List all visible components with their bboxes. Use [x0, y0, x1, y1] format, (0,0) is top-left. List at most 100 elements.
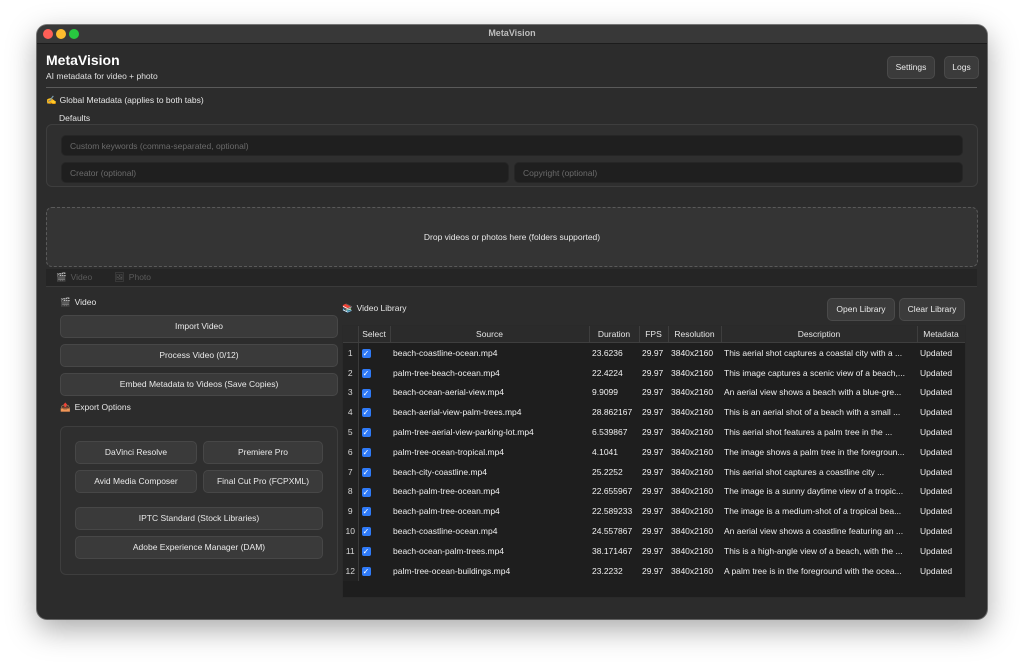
- row-number: 11: [343, 540, 359, 561]
- checkbox-checked-icon[interactable]: ✓: [361, 546, 371, 556]
- adobe-experience-manager-button[interactable]: Adobe Experience Manager (DAM): [75, 536, 323, 559]
- description-cell: This aerial shot features a palm tree in…: [724, 427, 893, 438]
- keywords-input[interactable]: Custom keywords (comma-separated, option…: [61, 135, 963, 156]
- fps-cell: 29.97: [642, 446, 664, 457]
- clapper-icon: 🎬: [60, 297, 71, 307]
- table-row[interactable]: 2 ✓ palm-tree-beach-ocean.mp4 22.4224 29.97 3…: [343, 362, 965, 383]
- resolution-cell: 3840x2160: [671, 387, 714, 398]
- table-row[interactable]: 8 ✓ beach-palm-tree-ocean.mp4 22.655967 29.9…: [343, 481, 965, 502]
- table-row[interactable]: 4 ✓ beach-aerial-view-palm-trees.mp4 28.862…: [343, 402, 965, 423]
- source-cell: beach-aerial-view-palm-trees.mp4: [393, 407, 522, 418]
- fps-cell: 29.97: [642, 526, 664, 537]
- checkbox-checked-icon[interactable]: ✓: [361, 487, 371, 497]
- select-checkbox: ✓: [358, 383, 390, 403]
- logs-button[interactable]: Logs: [944, 56, 979, 79]
- table-row[interactable]: 5 ✓ palm-tree-aerial-view-parking-lot.mp4 6…: [343, 422, 965, 442]
- video-section-label: Video: [74, 297, 97, 307]
- checkbox-checked-icon[interactable]: ✓: [361, 566, 371, 576]
- row-number: 2: [343, 362, 359, 383]
- column-header[interactable]: Resolution: [668, 326, 722, 343]
- row-number: 10: [343, 521, 359, 541]
- metadata-status-cell: Updated: [920, 427, 953, 438]
- clear-library-button[interactable]: Clear Library: [899, 298, 965, 321]
- checkbox-checked-icon[interactable]: ✓: [361, 507, 371, 517]
- app-subtitle: AI metadata for video + photo: [46, 71, 158, 81]
- description-cell: This is a high-angle view of a beach, wi…: [724, 545, 903, 556]
- checkbox-checked-icon[interactable]: ✓: [361, 467, 371, 477]
- row-number: 12: [343, 560, 359, 581]
- final-cut-pro-button[interactable]: Final Cut Pro (FCPXML): [203, 470, 323, 493]
- resolution-cell: 3840x2160: [671, 427, 714, 438]
- table-row[interactable]: 12 ✓ palm-tree-ocean-buildings.mp4 23.2232 2…: [343, 560, 965, 581]
- process-video-button[interactable]: Process Video (0/12): [60, 344, 338, 367]
- title-bar: MetaVision: [37, 25, 987, 44]
- fps-cell: 29.97: [642, 407, 664, 418]
- checkbox-checked-icon[interactable]: ✓: [361, 448, 371, 457]
- drop-zone[interactable]: Drop videos or photos here (folders supp…: [46, 207, 978, 267]
- column-header[interactable]: FPS: [639, 326, 669, 343]
- resolution-cell: 3840x2160: [671, 407, 714, 418]
- creator-input[interactable]: Creator (optional): [61, 162, 509, 183]
- resolution-cell: 3840x2160: [671, 486, 714, 497]
- resolution-cell: 3840x2160: [671, 506, 714, 517]
- tab-video[interactable]: 🎬 Video: [56, 272, 92, 283]
- column-header[interactable]: Select: [358, 326, 391, 343]
- tab-photo[interactable]: 🖼 Photo: [114, 272, 151, 283]
- table-row[interactable]: 10 ✓ beach-coastline-ocean.mp4 24.557867 29.…: [343, 521, 965, 541]
- duration-cell: 38.171467: [592, 545, 633, 556]
- iptc-standard-button[interactable]: IPTC Standard (Stock Libraries): [75, 507, 323, 530]
- table-row[interactable]: 7 ✓ beach-city-coastline.mp4 25.2252 29.97 38…: [343, 461, 965, 482]
- column-header[interactable]: Source: [390, 326, 590, 343]
- metadata-status-cell: Updated: [920, 446, 953, 457]
- duration-cell: 22.589233: [592, 506, 633, 517]
- source-cell: beach-palm-tree-ocean.mp4: [393, 506, 500, 517]
- duration-cell: 24.557867: [592, 526, 633, 537]
- row-number: 9: [343, 501, 359, 522]
- metadata-status-cell: Updated: [920, 387, 953, 398]
- table-row[interactable]: 3 ✓ beach-ocean-aerial-view.mp4 9.9099 29.97…: [343, 382, 965, 403]
- duration-cell: 28.862167: [592, 407, 633, 418]
- checkbox-checked-icon[interactable]: ✓: [361, 408, 371, 418]
- duration-cell: 22.4224: [592, 367, 623, 378]
- checkbox-checked-icon[interactable]: ✓: [361, 388, 371, 398]
- table-row[interactable]: 9 ✓ beach-palm-tree-ocean.mp4 22.589233 29.9…: [343, 501, 965, 522]
- table-row[interactable]: 1 ✓ beach-coastline-ocean.mp4 23.6236 29.97 3…: [343, 342, 965, 363]
- checkbox-checked-icon[interactable]: ✓: [361, 527, 371, 537]
- global-metadata-label: Global Metadata (applies to both tabs): [59, 95, 204, 105]
- description-cell: This image captures a scenic view of a b…: [724, 367, 905, 378]
- premiere-pro-button[interactable]: Premiere Pro: [203, 441, 323, 464]
- metadata-status-cell: Updated: [920, 367, 953, 378]
- settings-button[interactable]: Settings: [887, 56, 935, 79]
- description-cell: The image is a medium-shot of a tropical…: [724, 506, 902, 517]
- select-checkbox: ✓: [358, 442, 390, 462]
- embed-metadata-button[interactable]: Embed Metadata to Videos (Save Copies): [60, 373, 338, 396]
- avid-media-composer-button[interactable]: Avid Media Composer: [75, 470, 197, 493]
- checkbox-checked-icon[interactable]: ✓: [361, 368, 371, 378]
- import-video-button[interactable]: Import Video: [60, 315, 338, 338]
- select-checkbox: ✓: [358, 482, 390, 502]
- checkbox-checked-icon[interactable]: ✓: [361, 428, 371, 438]
- source-cell: beach-coastline-ocean.mp4: [393, 526, 498, 537]
- video-section-heading: 🎬 Video: [60, 297, 96, 308]
- davinci-resolve-button[interactable]: DaVinci Resolve: [75, 441, 197, 464]
- metadata-status-cell: Updated: [920, 466, 953, 477]
- fps-cell: 29.97: [642, 367, 664, 378]
- select-checkbox: ✓: [358, 363, 390, 383]
- table-row[interactable]: 11 ✓ beach-ocean-palm-trees.mp4 38.171467 29…: [343, 540, 965, 561]
- header-divider: [46, 87, 977, 88]
- row-number-header: [343, 326, 359, 343]
- fps-cell: 29.97: [642, 506, 664, 517]
- column-header[interactable]: Duration: [589, 326, 640, 343]
- image-icon: 🖼: [114, 272, 125, 282]
- column-header[interactable]: Metadata: [917, 326, 965, 343]
- description-cell: This is an aerial shot of a beach with a…: [724, 407, 901, 418]
- copyright-input[interactable]: Copyright (optional): [514, 162, 963, 183]
- fps-cell: 29.97: [642, 427, 664, 438]
- table-row[interactable]: 6 ✓ palm-tree-ocean-tropical.mp4 4.1041 29.9…: [343, 441, 965, 462]
- resolution-cell: 3840x2160: [671, 565, 714, 576]
- checkbox-checked-icon[interactable]: ✓: [361, 349, 371, 359]
- fps-cell: 29.97: [642, 486, 664, 497]
- column-header[interactable]: Description: [721, 326, 918, 343]
- table-header-row: Select Source Duration FPS Resolution De…: [343, 326, 965, 343]
- open-library-button[interactable]: Open Library: [827, 298, 895, 321]
